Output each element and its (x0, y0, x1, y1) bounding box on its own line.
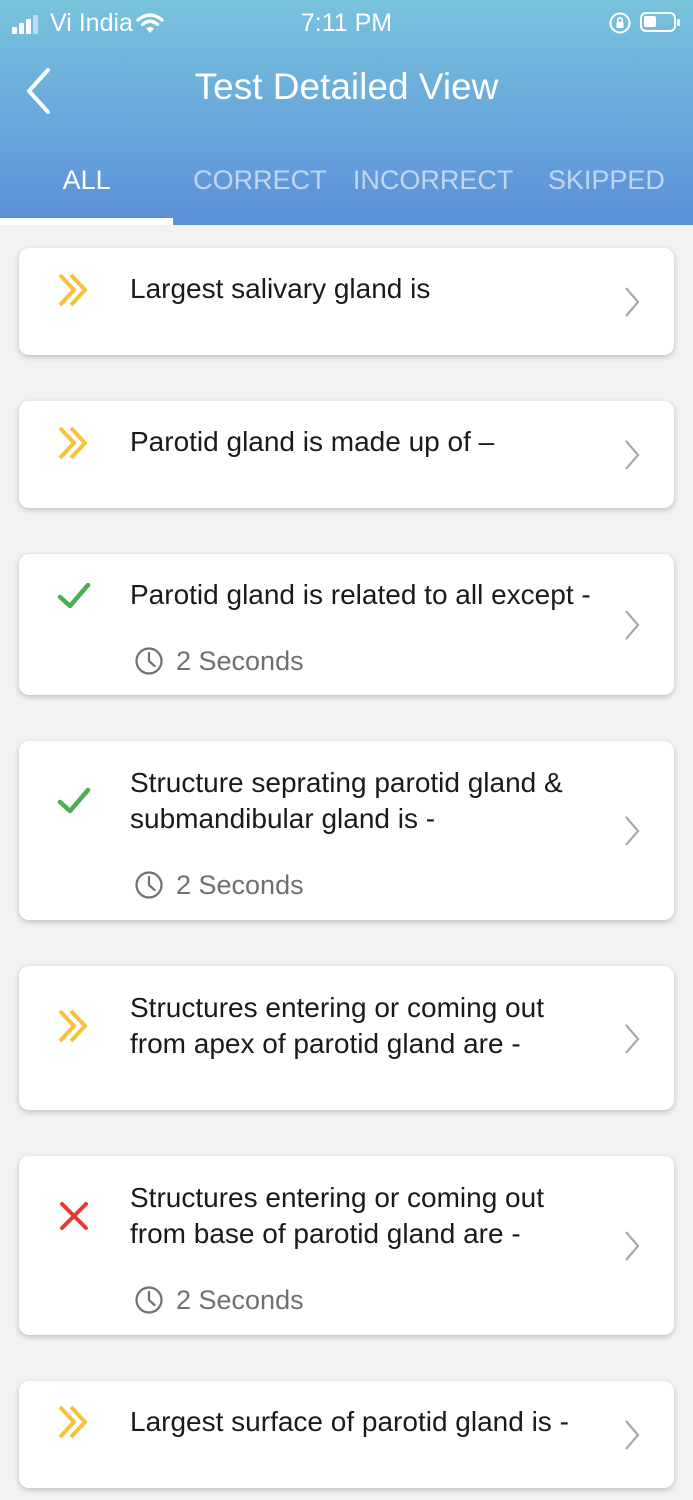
chevron-right-icon (625, 1231, 640, 1261)
question-text: Structures entering or coming out from a… (130, 992, 544, 1059)
tab-correct[interactable]: CORRECT (173, 155, 346, 225)
clock: 7:11 PM (300, 9, 393, 37)
double-chevron-right-icon (58, 1405, 87, 1439)
question-text: Largest surface of parotid gland is - (130, 1406, 569, 1437)
page-title: Test Detailed View (194, 66, 499, 107)
clock-icon (135, 871, 163, 899)
double-chevron-right-icon (58, 1009, 87, 1043)
app-header: Vi India 7:11 PM Test Detailed View ALL … (0, 0, 693, 225)
double-chevron-right-icon (58, 426, 87, 460)
question-card[interactable]: Largest surface of parotid gland is - (19, 1381, 674, 1488)
tab-skipped[interactable]: SKIPPED (520, 155, 693, 225)
question-text: Structure seprating parotid gland & subm… (130, 767, 563, 834)
tab-bar: ALL CORRECT INCORRECT SKIPPED (0, 155, 693, 225)
question-card[interactable]: Structures entering or coming out from b… (19, 1156, 674, 1335)
clock-icon (135, 647, 163, 675)
battery-icon (640, 12, 680, 32)
double-chevron-right-icon (58, 273, 87, 307)
clock-icon (135, 1286, 163, 1314)
chevron-right-icon (625, 440, 640, 470)
question-card[interactable]: Parotid gland is made up of – (19, 401, 674, 508)
chevron-right-icon (625, 1024, 640, 1054)
question-text: Largest salivary gland is (130, 273, 431, 304)
duration: 2 Seconds (134, 1284, 304, 1316)
question-card[interactable]: Structures entering or coming out from a… (19, 966, 674, 1110)
question-card[interactable]: Largest salivary gland is (19, 248, 674, 355)
duration-text: 2 Seconds (176, 869, 304, 900)
tab-incorrect[interactable]: INCORRECT (347, 155, 520, 225)
duration-text: 2 Seconds (176, 645, 304, 676)
checkmark-icon (57, 582, 91, 609)
duration: 2 Seconds (134, 645, 304, 677)
question-text: Parotid gland is related to all except - (130, 579, 591, 610)
rotation-lock-icon (609, 12, 631, 34)
chevron-right-icon (625, 1420, 640, 1450)
question-text: Parotid gland is made up of – (130, 426, 495, 457)
cross-icon (60, 1202, 88, 1230)
tab-all[interactable]: ALL (0, 155, 174, 225)
question-card[interactable]: Parotid gland is related to all except -… (19, 554, 674, 695)
duration-text: 2 Seconds (176, 1284, 304, 1315)
question-card[interactable]: Structure seprating parotid gland & subm… (19, 741, 674, 920)
chevron-right-icon (625, 610, 640, 640)
chevron-right-icon (625, 816, 640, 846)
chevron-right-icon (625, 287, 640, 317)
question-text: Structures entering or coming out from b… (130, 1182, 544, 1249)
checkmark-icon (57, 787, 91, 814)
status-bar: Vi India 7:11 PM (0, 0, 693, 46)
duration: 2 Seconds (134, 869, 304, 901)
